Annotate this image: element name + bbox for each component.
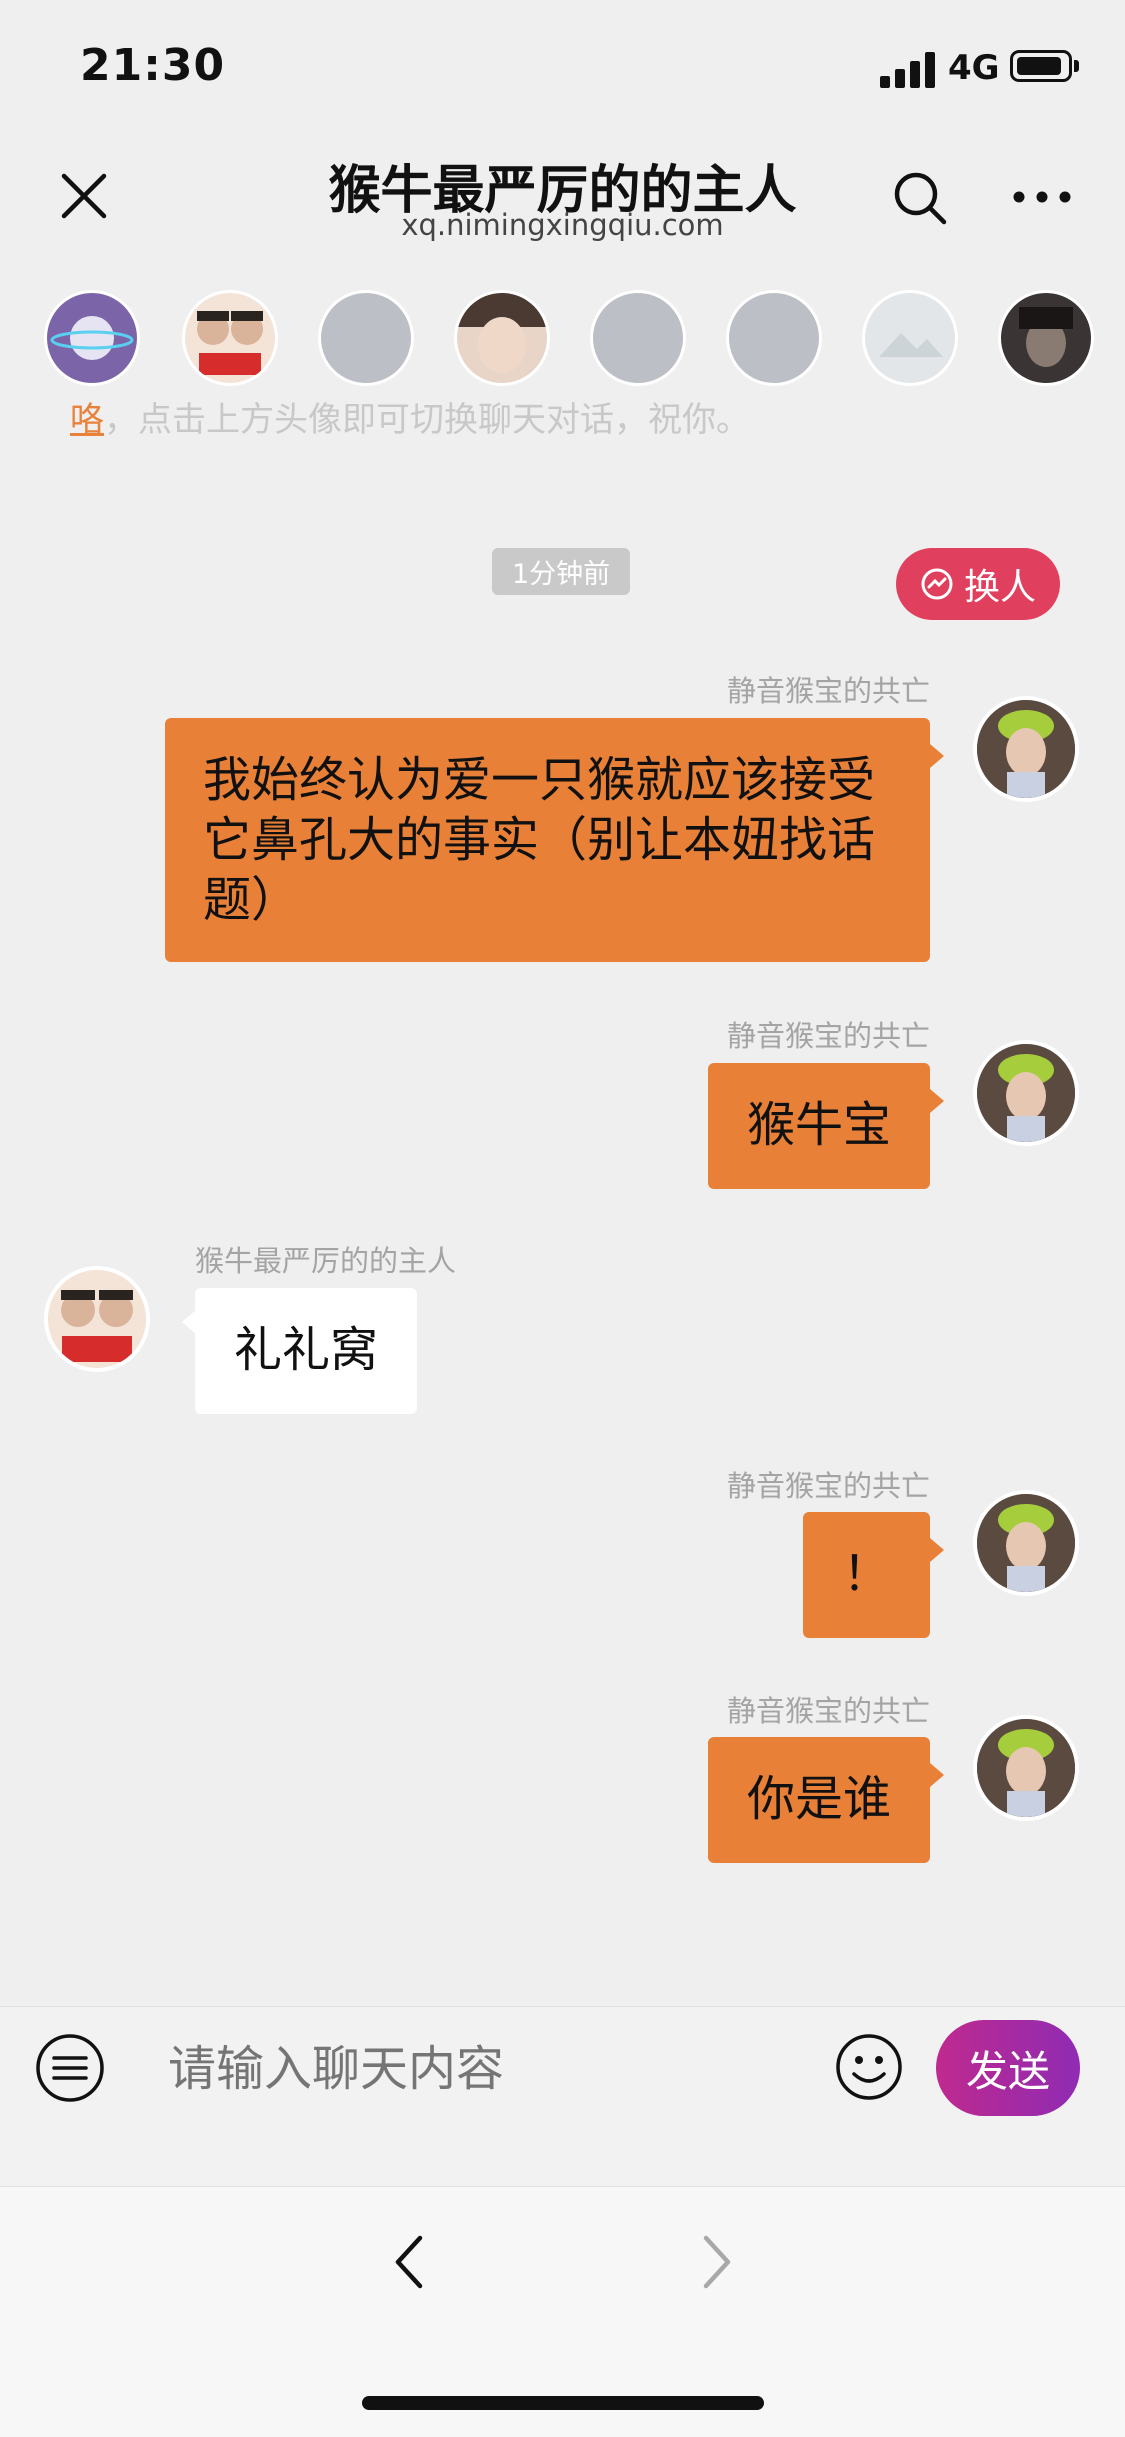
blank-avatar[interactable]: [318, 290, 414, 386]
sender-name: 静音猴宝的共亡: [726, 1019, 930, 1053]
home-indicator: [362, 2396, 764, 2410]
blank-avatar[interactable]: [726, 290, 822, 386]
time-badge: 1分钟前: [492, 548, 631, 595]
dark-avatar[interactable]: [998, 290, 1094, 386]
bubble-tail: [930, 744, 944, 768]
switch-person-button[interactable]: 换人: [896, 548, 1060, 620]
notice-link[interactable]: 咯: [70, 400, 104, 440]
message-bubble: 你是谁: [708, 1737, 930, 1863]
sender-name: 静音猴宝的共亡: [726, 1694, 930, 1728]
user-avatar[interactable]: [973, 1715, 1079, 1821]
sender-name: 静音猴宝的共亡: [726, 674, 930, 708]
send-button[interactable]: 发送: [936, 2020, 1080, 2116]
message-bubble: ！: [803, 1512, 930, 1638]
bubble-tail: [930, 1763, 944, 1787]
user-avatar[interactable]: [973, 1040, 1079, 1146]
landscape-avatar[interactable]: [862, 290, 958, 386]
menu-icon[interactable]: [34, 2032, 106, 2104]
more-icon[interactable]: [1012, 190, 1072, 204]
forward-arrow-icon[interactable]: [696, 2232, 736, 2292]
message-bubble: 礼礼窝: [195, 1288, 417, 1414]
site-url: xq.nimingxingqiu.com: [401, 208, 724, 242]
contact-avatar[interactable]: [44, 1266, 150, 1372]
twins-avatar[interactable]: [182, 290, 278, 386]
bubble-tail: [930, 1089, 944, 1113]
message-bubble: 我始终认为爱一只猴就应该接受它鼻孔大的事实（别让本妞找话题）: [165, 718, 930, 962]
search-icon[interactable]: [892, 170, 948, 226]
notice-body: ，点击上方头像即可切换聊天对话，祝你。: [104, 400, 750, 440]
chat-input[interactable]: [166, 2040, 790, 2098]
switch-icon: [921, 568, 953, 600]
sender-name: 静音猴宝的共亡: [726, 1469, 930, 1503]
face-avatar[interactable]: [454, 290, 550, 386]
battery-icon: [1010, 50, 1072, 82]
bubble-tail: [182, 1310, 196, 1334]
blank-avatar[interactable]: [590, 290, 686, 386]
signal-icon: [880, 52, 938, 88]
status-time: 21:30: [80, 40, 226, 91]
planet-avatar[interactable]: [44, 290, 140, 386]
bubble-tail: [930, 1538, 944, 1562]
sender-name: 猴牛最严厉的的主人: [195, 1244, 457, 1278]
battery-tip: [1074, 60, 1079, 72]
message-bubble: 猴牛宝: [708, 1063, 930, 1189]
user-avatar[interactable]: [973, 696, 1079, 802]
notice-text: 咯，点击上方头像即可切换聊天对话，祝你。: [70, 392, 750, 441]
network-label: 4G: [948, 48, 1000, 88]
emoji-icon[interactable]: [834, 2032, 904, 2102]
switch-label: 换人: [963, 567, 1036, 608]
user-avatar[interactable]: [973, 1490, 1079, 1596]
back-arrow-icon[interactable]: [390, 2232, 430, 2292]
